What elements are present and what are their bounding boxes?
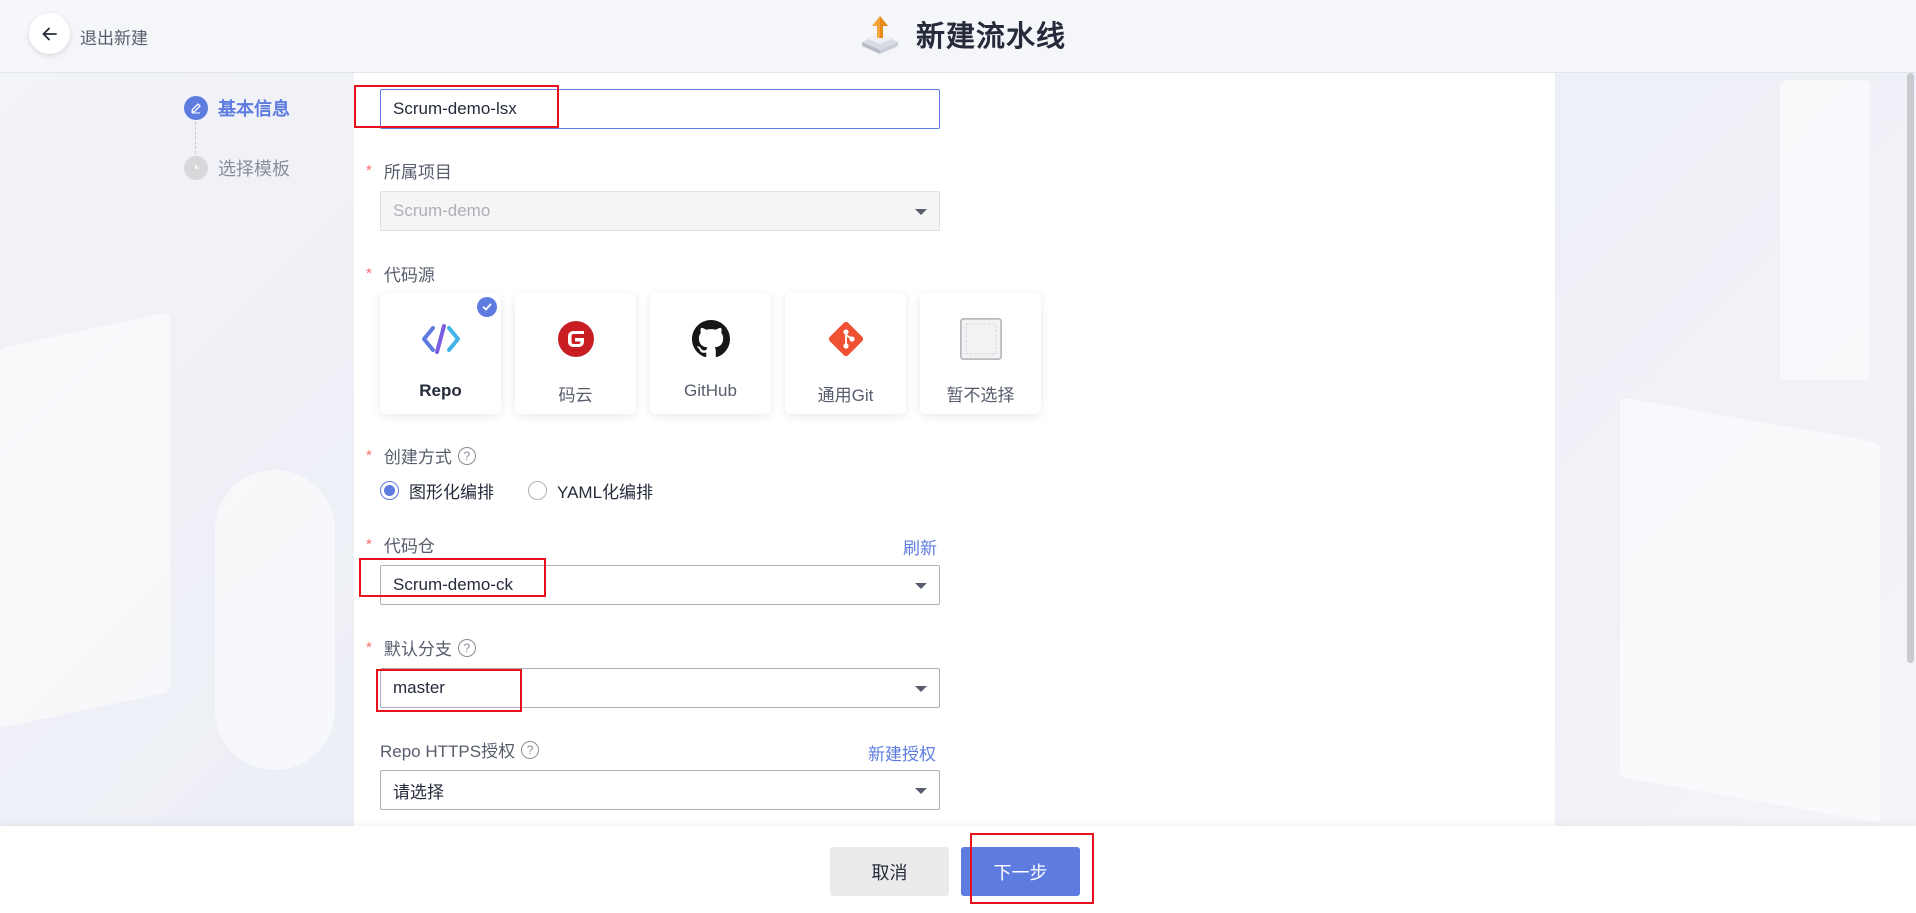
required-mark: *: [366, 639, 372, 656]
code-source-label-text: 代码源: [383, 266, 435, 285]
pipeline-name-value: Scrum-demo-lsx: [393, 99, 517, 118]
background-decoration: [1620, 397, 1880, 823]
create-mode-label: * 创建方式 ?: [366, 443, 476, 468]
required-mark: *: [366, 265, 372, 282]
radio-yaml[interactable]: [528, 481, 547, 500]
source-card-label: 码云: [558, 386, 593, 405]
pipeline-name-input[interactable]: Scrum-demo-lsx: [380, 89, 940, 129]
caret-down-icon: [915, 583, 927, 589]
radio-yaml-label[interactable]: YAML化编排: [557, 478, 653, 503]
scrollbar[interactable]: [1907, 73, 1914, 663]
source-card-none[interactable]: 暂不选择: [920, 293, 1041, 414]
code-source-label: * 代码源: [366, 261, 435, 286]
github-icon: [690, 318, 732, 360]
source-card-label: GitHub: [684, 381, 737, 400]
page-title-group: 新建流水线: [858, 12, 1066, 56]
help-icon[interactable]: ?: [457, 446, 476, 465]
background-decoration: [1780, 80, 1870, 380]
refresh-link[interactable]: 刷新: [903, 534, 937, 559]
source-card-label: 暂不选择: [946, 386, 1015, 405]
next-button[interactable]: 下一步: [961, 847, 1080, 896]
caret-down-icon: [915, 209, 927, 215]
source-card-github[interactable]: GitHub: [650, 293, 771, 414]
step-connector: [195, 122, 196, 154]
new-auth-link[interactable]: 新建授权: [868, 740, 936, 765]
exit-create-link[interactable]: 退出新建: [80, 24, 148, 49]
branch-label: * 默认分支 ?: [366, 635, 476, 660]
radio-graphical[interactable]: [380, 481, 399, 500]
https-auth-label: Repo HTTPS授权 ?: [380, 737, 540, 762]
background-decoration: [0, 311, 170, 729]
required-mark: *: [366, 536, 372, 553]
arrow-left-icon: [42, 27, 57, 40]
clock-icon: [184, 156, 208, 180]
branch-value: master: [393, 678, 445, 697]
radio-graphical-label[interactable]: 图形化编排: [409, 478, 494, 503]
create-mode-label-text: 创建方式: [383, 448, 452, 467]
step-label: 基本信息: [218, 99, 290, 119]
background-decoration: [215, 470, 335, 770]
help-icon[interactable]: ?: [457, 638, 476, 657]
edit-icon: [184, 96, 208, 120]
repo-icon: [420, 318, 462, 360]
repo-value: Scrum-demo-ck: [393, 575, 513, 594]
source-card-label: 通用Git: [817, 386, 874, 405]
step-basic-info[interactable]: 基本信息: [184, 95, 290, 121]
cancel-button[interactable]: 取消: [830, 847, 949, 896]
project-label: * 所属项目: [366, 158, 452, 183]
none-icon: [960, 318, 1002, 360]
https-auth-label-text: Repo HTTPS授权: [380, 742, 516, 761]
page-header: 退出新建 新建流水线: [0, 0, 1916, 73]
branch-select[interactable]: master: [380, 668, 940, 708]
source-card-repo[interactable]: Repo: [380, 293, 501, 414]
https-auth-placeholder: 请选择: [393, 782, 444, 802]
step-label: 选择模板: [218, 159, 290, 179]
required-mark: *: [366, 162, 372, 179]
footer-bar: [0, 826, 1916, 913]
repo-label-text: 代码仓: [383, 537, 435, 556]
check-icon: [477, 297, 497, 317]
source-card-label: Repo: [419, 381, 462, 400]
gitee-icon: [555, 318, 597, 360]
create-mode-radio-group: 图形化编排 YAML化编排: [380, 478, 653, 503]
back-button[interactable]: [29, 13, 70, 54]
https-auth-select[interactable]: 请选择: [380, 770, 940, 810]
required-mark: *: [366, 447, 372, 464]
project-value: Scrum-demo: [393, 201, 491, 220]
caret-down-icon: [915, 788, 927, 794]
source-card-git[interactable]: 通用Git: [785, 293, 906, 414]
help-icon[interactable]: ?: [521, 740, 540, 759]
project-label-text: 所属项目: [383, 163, 452, 182]
project-select: Scrum-demo: [380, 191, 940, 231]
source-card-gitee[interactable]: 码云: [515, 293, 636, 414]
pipeline-logo-icon: [862, 16, 898, 54]
step-select-template[interactable]: 选择模板: [184, 155, 290, 181]
repo-label: * 代码仓: [366, 532, 435, 557]
page-title: 新建流水线: [916, 21, 1067, 53]
branch-label-text: 默认分支: [383, 640, 452, 659]
repo-select[interactable]: Scrum-demo-ck: [380, 565, 940, 605]
git-icon: [825, 318, 867, 360]
caret-down-icon: [915, 686, 927, 692]
